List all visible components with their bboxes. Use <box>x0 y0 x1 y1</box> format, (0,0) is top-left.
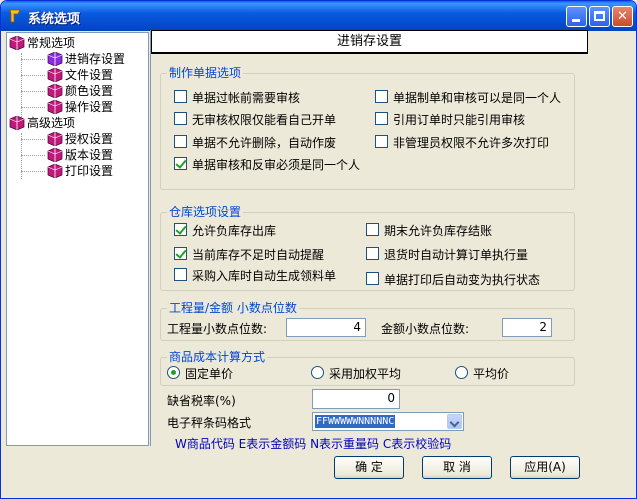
app-icon <box>9 9 21 23</box>
tree-group-label: 常规选项 <box>27 36 76 50</box>
tree-line <box>21 107 45 108</box>
panel-header: 进销存设置 <box>151 30 588 54</box>
tree-item-label: 版本设置 <box>65 148 114 162</box>
tree-item-label: 授权设置 <box>65 132 114 146</box>
barcode-legend: W商品代码 E表示金额码 N表示重量码 C表示校验码 <box>175 437 452 451</box>
cancel-button[interactable]: 取 消 <box>422 456 492 479</box>
checkbox-label: 当前库存不足时自动提醒 <box>192 248 325 262</box>
checkbox-box[interactable] <box>174 268 187 281</box>
checkbox-label: 单据过帐前需要审核 <box>192 91 301 105</box>
tree-line <box>21 139 45 140</box>
checkbox-label: 单据审核和反审必须是同一个人 <box>192 158 361 172</box>
book-icon <box>47 131 63 147</box>
tree-item-label: 文件设置 <box>65 68 114 82</box>
checkbox-box[interactable] <box>174 135 187 148</box>
barcode-format-label: 电子秤条码格式 <box>167 416 252 430</box>
minimize-icon <box>572 19 580 22</box>
close-button[interactable]: ✕ <box>612 6 633 27</box>
book-icon <box>47 163 63 179</box>
checkbox-label: 期末允许负库存结账 <box>384 224 493 238</box>
radio-label: 固定单价 <box>185 367 234 381</box>
checkbox-label: 非管理员权限不允许多次打印 <box>393 136 550 150</box>
close-icon: ✕ <box>617 9 628 24</box>
radio-label: 采用加权平均 <box>329 367 402 381</box>
book-icon <box>47 147 63 163</box>
book-icon <box>47 51 63 67</box>
doc-options-title: 制作单据选项 <box>167 66 244 80</box>
checkbox-label: 允许负库存出库 <box>192 224 277 238</box>
book-icon <box>47 83 63 99</box>
tree-line <box>21 75 45 76</box>
tree-line <box>21 171 45 172</box>
tree-line <box>21 155 45 156</box>
checkbox-label: 单据制单和审核可以是同一个人 <box>393 91 562 105</box>
checkbox-label: 采购入库时自动生成领料单 <box>192 269 337 283</box>
checkbox-label: 单据打印后自动变为执行状态 <box>384 273 541 287</box>
checkbox-box[interactable] <box>174 223 187 236</box>
tax-rate-input[interactable]: 0 <box>312 389 400 409</box>
tax-rate-label: 缺省税率(%) <box>167 394 236 408</box>
qty-decimals-input[interactable]: 4 <box>286 318 366 337</box>
checkbox-box[interactable] <box>366 247 379 260</box>
tree-item-label: 打印设置 <box>65 164 114 178</box>
checkbox-label: 无审核权限仅能看自己开单 <box>192 113 337 127</box>
tree-line <box>21 59 45 60</box>
title-bar[interactable]: 系统选项 ✕ <box>1 1 636 31</box>
settings-panel: 进销存设置 制作单据选项 单据过帐前需要审核无审核权限仅能看自己开单 单据不允许删… <box>150 30 588 451</box>
checkbox-box[interactable] <box>375 90 388 103</box>
minimize-button[interactable] <box>566 6 587 27</box>
book-icon <box>9 35 25 51</box>
book-icon <box>9 115 25 131</box>
checkbox-label: 单据不允许删除，自动作废 <box>192 136 337 150</box>
checkbox-box[interactable] <box>174 90 187 103</box>
warehouse-title: 仓库选项设置 <box>167 205 244 219</box>
tree-line <box>21 91 45 92</box>
window-title: 系统选项 <box>28 12 81 27</box>
checkbox-box[interactable] <box>174 247 187 260</box>
checkbox-box[interactable] <box>366 223 379 236</box>
radio-dot[interactable] <box>311 366 324 379</box>
checkbox-label: 引用订单时只能引用审核 <box>393 113 526 127</box>
maximize-icon <box>594 11 605 21</box>
ok-button[interactable]: 确 定 <box>334 456 404 479</box>
checkbox-box[interactable] <box>174 112 187 125</box>
checkbox-box[interactable] <box>375 112 388 125</box>
tree-item-label: 进销存设置 <box>65 52 126 66</box>
maximize-button[interactable] <box>589 6 610 27</box>
radio-dot[interactable] <box>455 366 468 379</box>
decimals-title: 工程量/金额 小数点位数 <box>167 301 299 315</box>
chevron-down-icon[interactable] <box>447 414 462 429</box>
qty-decimals-label: 工程量小数点位数: <box>167 322 268 336</box>
options-window: 系统选项 ✕ 常规选项 进销存设置 文件设置 颜色设置 操作设置 高级选项 授权设置 版本设置… <box>0 0 637 499</box>
tree-group-label: 高级选项 <box>27 116 76 130</box>
apply-button[interactable]: 应用(A) <box>510 456 580 479</box>
amount-decimals-input[interactable]: 2 <box>502 318 552 337</box>
checkbox-label: 退货时自动计算订单执行量 <box>384 248 529 262</box>
checkbox-box[interactable] <box>366 272 379 285</box>
radio-label: 平均价 <box>473 367 510 381</box>
checkbox-box[interactable] <box>174 157 187 170</box>
panel-body: 制作单据选项 单据过帐前需要审核无审核权限仅能看自己开单 单据不允许删除，自动作废… <box>152 55 588 451</box>
book-icon <box>47 99 63 115</box>
options-tree[interactable]: 常规选项进销存设置文件设置颜色设置操作设置高级选项授权设置版本设置打印设置 <box>6 32 149 446</box>
tree-item-label: 操作设置 <box>65 100 114 114</box>
book-icon <box>47 67 63 83</box>
tree-item-label: 颜色设置 <box>65 84 114 98</box>
cost-title: 商品成本计算方式 <box>167 350 268 364</box>
barcode-format-value: FFWWWWWNNNNNC <box>315 415 396 428</box>
tree-line <box>21 53 22 123</box>
barcode-format-select[interactable]: FFWWWWWNNNNNC <box>312 412 464 431</box>
radio-dot[interactable] <box>167 366 180 379</box>
checkbox-box[interactable] <box>375 135 388 148</box>
amount-decimals-label: 金额小数点位数: <box>381 322 470 336</box>
